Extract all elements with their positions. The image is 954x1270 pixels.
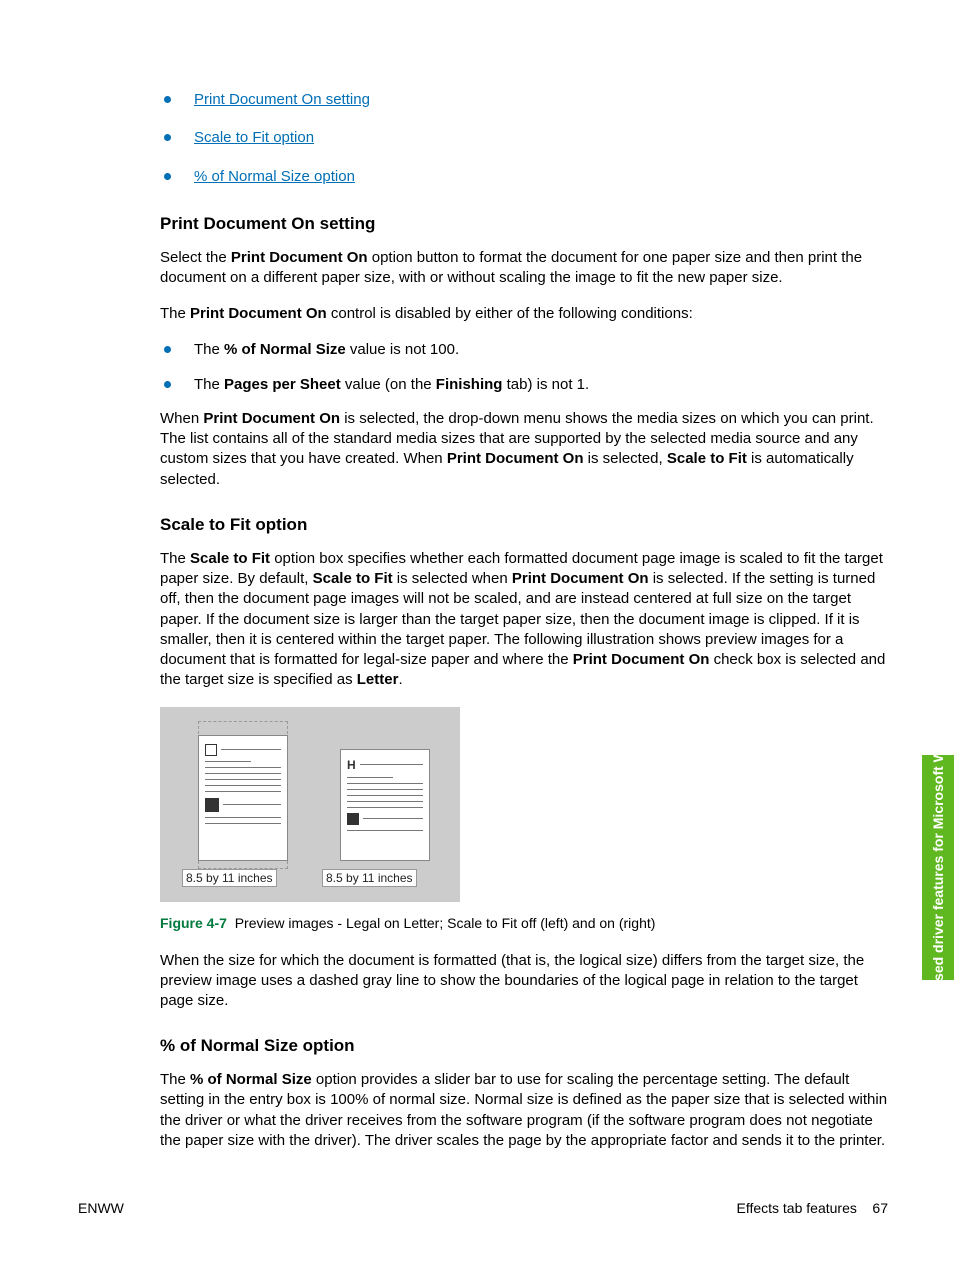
toc-item: Print Document On setting bbox=[160, 90, 894, 110]
toc-link[interactable]: % of Normal Size option bbox=[194, 168, 355, 185]
figure-caption: Figure 4-7 Preview images - Legal on Let… bbox=[160, 914, 894, 933]
body-text: When Print Document On is selected, the … bbox=[160, 409, 894, 490]
toc-list: Print Document On setting Scale to Fit o… bbox=[160, 90, 894, 187]
list-item: The % of Normal Size value is not 100. bbox=[160, 340, 894, 360]
figure-preview: H 8.5 by 11 inches 8.5 by 11 inches bbox=[160, 707, 460, 902]
heading-scale-to-fit: Scale to Fit option bbox=[160, 514, 894, 537]
body-text: The Print Document On control is disable… bbox=[160, 304, 894, 324]
body-text: The % of Normal Size option provides a s… bbox=[160, 1070, 894, 1151]
toc-link[interactable]: Print Document On setting bbox=[194, 91, 370, 108]
list-item: The Pages per Sheet value (on the Finish… bbox=[160, 375, 894, 395]
preview-page-right: H bbox=[340, 749, 430, 861]
conditions-list: The % of Normal Size value is not 100. T… bbox=[160, 340, 894, 395]
preview-page-left bbox=[198, 735, 288, 861]
side-tab: Host-based driver features for Microsoft… bbox=[922, 755, 954, 980]
toc-link[interactable]: Scale to Fit option bbox=[194, 129, 314, 146]
body-text: The Scale to Fit option box specifies wh… bbox=[160, 549, 894, 691]
heading-print-document-on: Print Document On setting bbox=[160, 213, 894, 236]
toc-item: Scale to Fit option bbox=[160, 128, 894, 148]
body-text: Select the Print Document On option butt… bbox=[160, 248, 894, 289]
footer-left: ENWW bbox=[78, 1199, 124, 1218]
document-page: Print Document On setting Scale to Fit o… bbox=[0, 0, 954, 1270]
heading-percent-normal: % of Normal Size option bbox=[160, 1035, 894, 1058]
toc-item: % of Normal Size option bbox=[160, 167, 894, 187]
size-label-left: 8.5 by 11 inches bbox=[182, 869, 277, 887]
side-tab-text: Host-based driver features for Microsoft… bbox=[930, 701, 946, 1033]
body-text: When the size for which the document is … bbox=[160, 951, 894, 1012]
footer-right: Effects tab features 67 bbox=[736, 1199, 888, 1218]
size-label-right: 8.5 by 11 inches bbox=[322, 869, 417, 887]
